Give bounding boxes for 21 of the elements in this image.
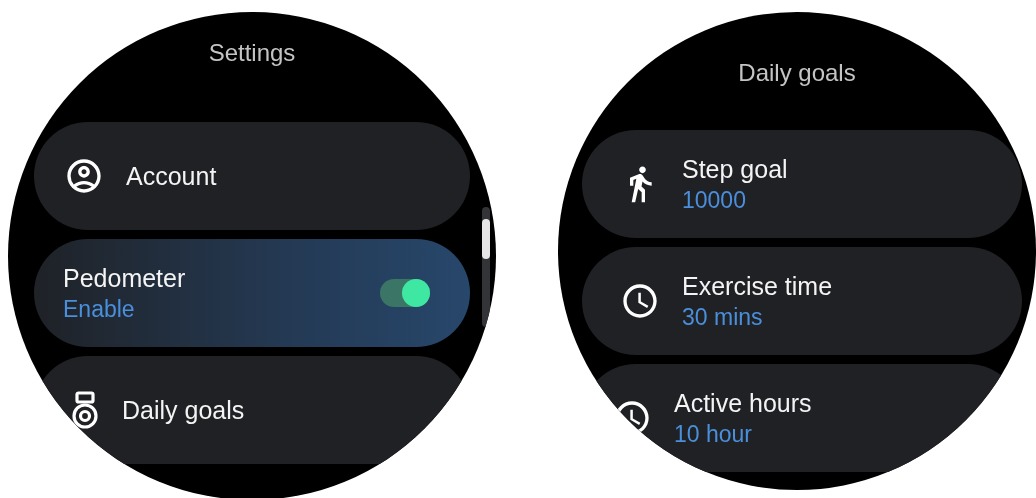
chip-value: 10000 xyxy=(682,186,747,215)
scrollbar[interactable] xyxy=(482,207,490,327)
clock-icon xyxy=(620,281,660,321)
settings-chip[interactable]: Account xyxy=(34,122,470,230)
chip-label: Daily goals xyxy=(122,395,245,426)
chip-label: Exercise time xyxy=(682,271,834,302)
toggle-switch[interactable] xyxy=(380,279,430,307)
screen-title: Settings xyxy=(208,38,296,68)
chip-label: Pedometer xyxy=(63,263,187,294)
chip-label: Active hours xyxy=(674,388,813,419)
chip-label: Step goal xyxy=(682,154,789,185)
chip-value: 10 hour xyxy=(674,420,753,449)
account-icon xyxy=(64,156,104,196)
goal-chip[interactable]: Step goal 10000 xyxy=(582,130,1022,238)
toggle-chip[interactable]: Pedometer Enable xyxy=(34,239,470,347)
chip-value: 30 mins xyxy=(682,303,764,332)
chip-label: Account xyxy=(126,161,217,192)
chip-value: Enable xyxy=(63,295,136,324)
goal-chip[interactable]: Exercise time 30 mins xyxy=(582,247,1022,355)
screen-title: Daily goals xyxy=(738,58,856,88)
medal-icon xyxy=(70,391,100,429)
